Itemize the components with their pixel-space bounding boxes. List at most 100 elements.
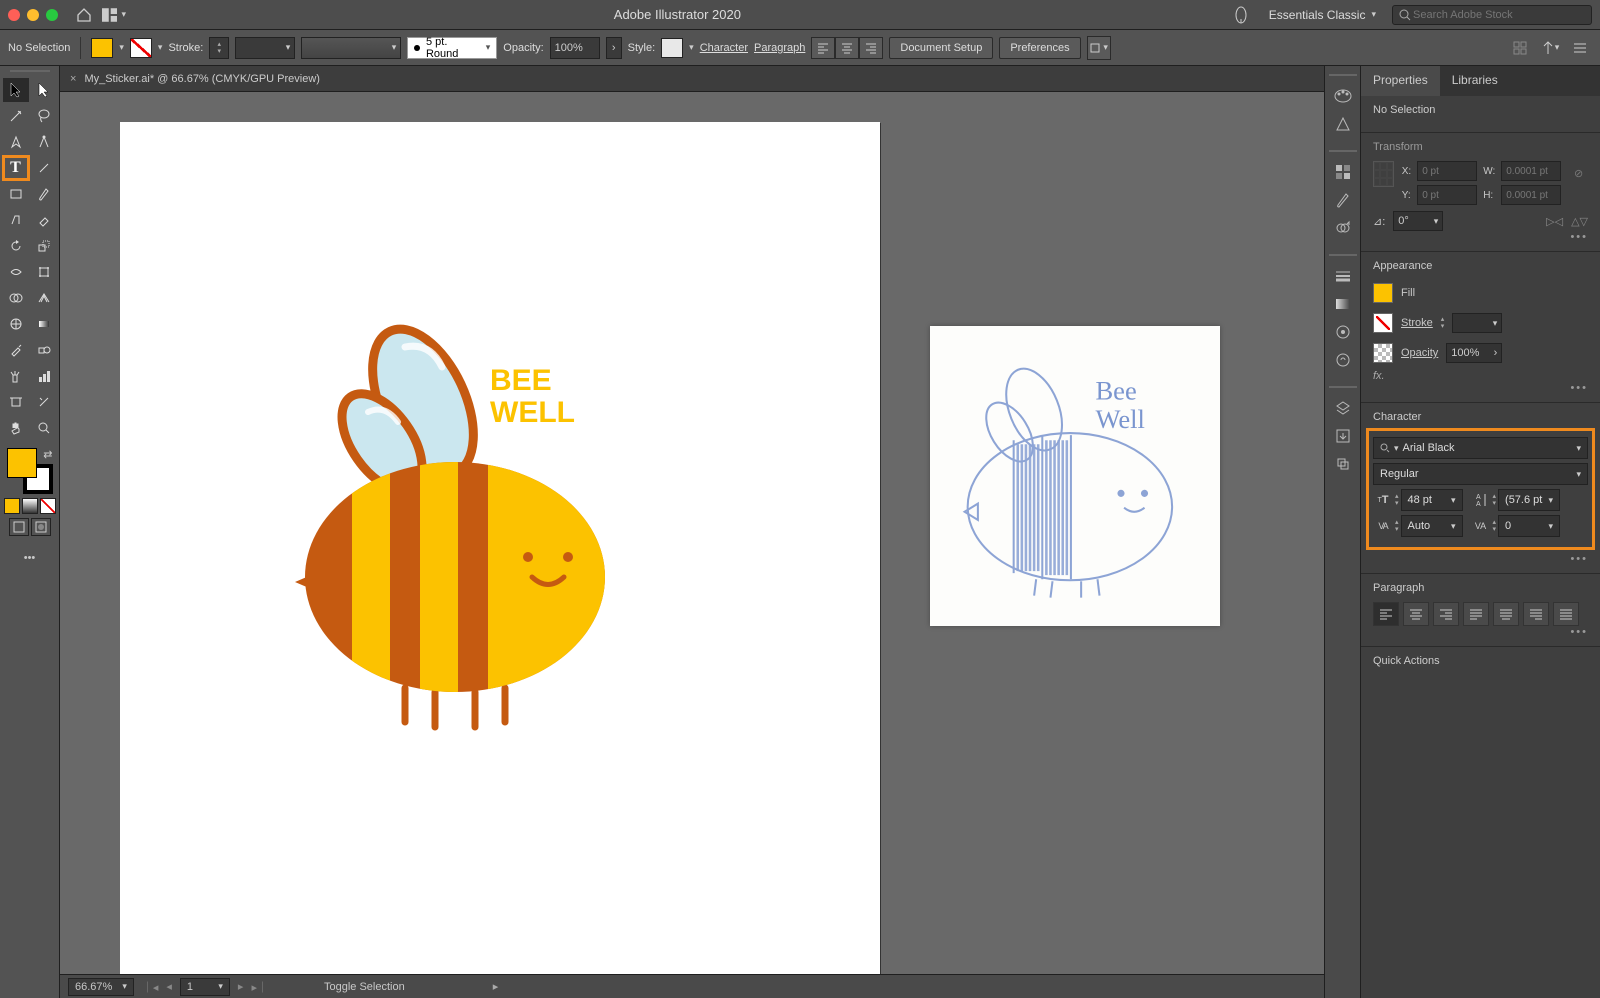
stroke-weight[interactable]: ▾: [235, 37, 295, 59]
align-center-icon[interactable]: [835, 37, 859, 59]
arrange-documents-icon[interactable]: ▾: [102, 3, 126, 27]
preferences-button[interactable]: Preferences: [999, 37, 1080, 59]
graphic-style-swatch[interactable]: [661, 38, 683, 58]
paragraph-menu-icon[interactable]: •••: [1570, 626, 1588, 638]
symbol-sprayer-tool[interactable]: [3, 364, 29, 388]
align-right-icon[interactable]: [859, 37, 883, 59]
leading-input[interactable]: (57.6 pt▾: [1498, 489, 1560, 511]
line-segment-tool[interactable]: [31, 156, 57, 180]
appearance-opacity-label[interactable]: Opacity: [1401, 347, 1438, 359]
direct-selection-tool[interactable]: [31, 78, 57, 102]
grid-view-icon[interactable]: [1508, 36, 1532, 60]
blend-tool[interactable]: [31, 338, 57, 362]
workspace-switcher[interactable]: Essentials Classic ▾: [1259, 4, 1386, 26]
eyedropper-tool[interactable]: [3, 338, 29, 362]
magic-wand-tool[interactable]: [3, 104, 29, 128]
appearance-stroke-weight[interactable]: ▾: [1452, 313, 1502, 333]
opacity-input[interactable]: 100%: [550, 37, 600, 59]
mesh-tool[interactable]: [3, 312, 29, 336]
edit-toolbar-icon[interactable]: •••: [18, 546, 42, 570]
font-family-select[interactable]: ▾Arial Black ▾: [1373, 437, 1588, 459]
hand-tool[interactable]: [3, 416, 29, 440]
link-wh-icon[interactable]: ⊘: [1569, 161, 1588, 185]
rectangle-tool[interactable]: [3, 182, 29, 206]
fx-label[interactable]: fx.: [1373, 370, 1588, 382]
para-align-left[interactable]: [1373, 602, 1399, 626]
stroke-spinner[interactable]: ▴▾: [1441, 316, 1445, 330]
appearance-stroke-swatch[interactable]: [1373, 313, 1393, 333]
column-graph-tool[interactable]: [31, 364, 57, 388]
para-align-right[interactable]: [1433, 602, 1459, 626]
fill-color[interactable]: [7, 448, 37, 478]
zoom-window[interactable]: [46, 9, 58, 21]
para-justify-left[interactable]: [1463, 602, 1489, 626]
close-tab-icon[interactable]: ×: [70, 73, 76, 85]
color-mode-solid[interactable]: [4, 498, 20, 514]
transform-angle[interactable]: 0°▾: [1393, 211, 1443, 231]
rotate-tool[interactable]: [3, 234, 29, 258]
color-mode-gradient[interactable]: [22, 498, 38, 514]
gradient-tool[interactable]: [31, 312, 57, 336]
symbols-panel-icon[interactable]: [1329, 214, 1357, 242]
slice-tool[interactable]: [31, 390, 57, 414]
font-size-input[interactable]: 48 pt▾: [1401, 489, 1463, 511]
document-tab[interactable]: × My_Sticker.ai* @ 66.67% (CMYK/GPU Prev…: [60, 66, 1324, 92]
pen-tool[interactable]: [3, 130, 29, 154]
status-play-icon[interactable]: ▸: [493, 980, 499, 993]
eraser-tool[interactable]: [31, 208, 57, 232]
nav-last-icon[interactable]: ▸｜: [251, 979, 268, 995]
draw-behind-icon[interactable]: [31, 518, 51, 536]
align-left-icon[interactable]: [811, 37, 835, 59]
asset-export-panel-icon[interactable]: [1329, 422, 1357, 450]
document-setup-button[interactable]: Document Setup: [889, 37, 993, 59]
artboard-nav[interactable]: 1▾: [180, 978, 230, 996]
transform-menu-icon[interactable]: •••: [1570, 231, 1588, 243]
perspective-grid-tool[interactable]: [31, 286, 57, 310]
flip-h-icon[interactable]: ▷◁: [1546, 215, 1563, 228]
para-justify-right[interactable]: [1523, 602, 1549, 626]
paintbrush-tool[interactable]: [31, 182, 57, 206]
layers-panel-icon[interactable]: [1329, 394, 1357, 422]
stroke-swatch[interactable]: [130, 38, 152, 58]
width-tool[interactable]: [3, 260, 29, 284]
stroke-weight-spinner[interactable]: ▴▾: [209, 37, 229, 59]
fill-swatch[interactable]: [91, 38, 113, 58]
color-mode-none[interactable]: [40, 498, 56, 514]
shaper-tool[interactable]: [3, 208, 29, 232]
search-input[interactable]: [1411, 8, 1585, 22]
appearance-opacity-value[interactable]: 100%›: [1446, 343, 1502, 363]
nav-first-icon[interactable]: ｜◂: [142, 979, 159, 995]
artboard-tool[interactable]: [3, 390, 29, 414]
tab-libraries[interactable]: Libraries: [1440, 66, 1510, 96]
minimize-window[interactable]: [27, 9, 39, 21]
para-align-center[interactable]: [1403, 602, 1429, 626]
canvas[interactable]: BEE WELL: [60, 92, 1324, 974]
zoom-level[interactable]: 66.67%▾: [68, 978, 134, 996]
reference-sketch[interactable]: Bee Well: [930, 326, 1220, 626]
fill-stroke-indicator[interactable]: ⇄: [7, 448, 53, 494]
search-stock[interactable]: [1392, 5, 1592, 25]
artboards-panel-icon[interactable]: [1329, 450, 1357, 478]
type-tool[interactable]: T: [3, 156, 29, 180]
font-size-spinner[interactable]: ▴▾: [1395, 493, 1399, 507]
appearance-fill-swatch[interactable]: [1373, 283, 1393, 303]
isolate-dropdown[interactable]: ▾: [1087, 36, 1111, 60]
curvature-tool[interactable]: [31, 130, 57, 154]
free-transform-tool[interactable]: [31, 260, 57, 284]
help-icon[interactable]: [1229, 3, 1253, 27]
zoom-tool[interactable]: [31, 416, 57, 440]
font-style-select[interactable]: Regular▾: [1373, 463, 1588, 485]
appearance-stroke-label[interactable]: Stroke: [1401, 317, 1433, 329]
tracking-spinner[interactable]: ▴▾: [1493, 519, 1497, 533]
opacity-reveal[interactable]: ›: [606, 37, 622, 59]
selection-tool[interactable]: [3, 78, 29, 102]
reference-point[interactable]: [1373, 161, 1394, 187]
color-panel-icon[interactable]: [1329, 82, 1357, 110]
leading-spinner[interactable]: ▴▾: [1493, 493, 1497, 507]
tab-properties[interactable]: Properties: [1361, 66, 1440, 96]
lasso-tool[interactable]: [31, 104, 57, 128]
kerning-input[interactable]: Auto▾: [1401, 515, 1463, 537]
nav-next-icon[interactable]: ▸: [238, 980, 244, 993]
flip-v-icon[interactable]: △▽: [1571, 215, 1588, 228]
gradient-panel-icon[interactable]: [1329, 290, 1357, 318]
